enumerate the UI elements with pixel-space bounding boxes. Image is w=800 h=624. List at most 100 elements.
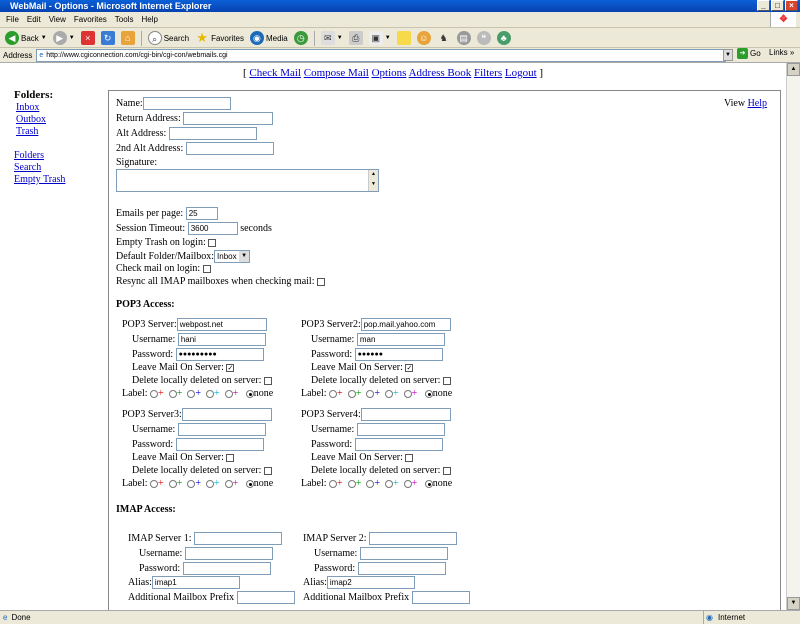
label-radio-cyan[interactable] xyxy=(384,389,393,398)
label-radio-green[interactable] xyxy=(347,389,356,398)
empty-trash-checkbox[interactable] xyxy=(208,238,217,247)
mail-button[interactable]: ✉ ▼ xyxy=(319,30,345,47)
label-radio-cyan[interactable] xyxy=(205,389,214,398)
imap-password-field[interactable] xyxy=(357,562,446,575)
label-radio-green[interactable] xyxy=(168,479,177,488)
name-field[interactable] xyxy=(142,97,231,110)
mail-dropdown-icon[interactable]: ▼ xyxy=(337,35,343,41)
minimize-button[interactable]: _ xyxy=(757,0,770,11)
refresh-button[interactable]: ↻ xyxy=(99,30,117,47)
go-button[interactable]: ➔ Go xyxy=(737,48,761,59)
forward-dropdown-icon[interactable]: ▼ xyxy=(69,35,75,41)
menu-tools[interactable]: Tools xyxy=(111,15,138,24)
history-button[interactable]: ◷ xyxy=(292,30,310,47)
label-radio-red[interactable] xyxy=(150,389,159,398)
research-button[interactable]: ♞ xyxy=(435,30,453,47)
messenger-button[interactable]: ☺ xyxy=(415,30,433,47)
edit-button[interactable]: ▣ ▼ xyxy=(367,30,393,47)
print-button[interactable]: ⎙ xyxy=(347,30,365,47)
scroll-down-icon[interactable]: ▼ xyxy=(787,597,800,610)
pop3-leave-checkbox[interactable] xyxy=(226,453,235,462)
label-radio-green[interactable] xyxy=(168,389,177,398)
label-radio-red[interactable] xyxy=(329,479,338,488)
nav-check-mail[interactable]: Check Mail xyxy=(249,67,301,79)
pop3-password-field[interactable] xyxy=(354,438,443,451)
scroll-down-icon[interactable]: ▼ xyxy=(369,180,378,190)
imap-alias-field[interactable]: imap2 xyxy=(326,576,415,589)
imap-username-field[interactable] xyxy=(184,547,273,560)
imap-server-field[interactable] xyxy=(194,532,283,545)
stop-button[interactable]: × xyxy=(79,30,97,47)
discuss-button[interactable]: ▤ xyxy=(455,30,473,47)
imap-prefix-field[interactable] xyxy=(236,591,295,604)
pop3-server-field[interactable] xyxy=(360,408,451,421)
edit-dropdown-icon[interactable]: ▼ xyxy=(385,35,391,41)
media-button[interactable]: ◉ Media xyxy=(248,30,290,47)
menu-help[interactable]: Help xyxy=(137,15,161,24)
menu-view[interactable]: View xyxy=(45,15,70,24)
label-radio-cyan[interactable] xyxy=(205,479,214,488)
nav-options[interactable]: Options xyxy=(372,67,407,79)
label-radio-green[interactable] xyxy=(347,479,356,488)
sidebar-item-inbox[interactable]: Inbox xyxy=(16,102,94,114)
signature-textarea[interactable]: ▲ ▼ xyxy=(116,169,379,192)
pop3-leave-checkbox[interactable] xyxy=(405,453,414,462)
pop3-server-field[interactable]: webpost.net xyxy=(176,318,267,331)
scroll-up-icon[interactable]: ▲ xyxy=(787,63,800,76)
links-button[interactable]: Links » xyxy=(769,48,794,57)
sidebar-item-empty-trash[interactable]: Empty Trash xyxy=(14,174,94,186)
label-radio-magenta[interactable] xyxy=(224,389,233,398)
back-dropdown-icon[interactable]: ▼ xyxy=(41,35,47,41)
pop3-leave-checkbox[interactable]: ✓ xyxy=(405,363,414,372)
pop3-username-field[interactable] xyxy=(356,423,445,436)
return-address-field[interactable] xyxy=(183,112,274,125)
label-radio-cyan[interactable] xyxy=(384,479,393,488)
label-radio-none[interactable] xyxy=(245,389,254,398)
label-radio-magenta[interactable] xyxy=(224,479,233,488)
forward-button[interactable]: ▶ ▼ xyxy=(51,30,77,47)
chat-button[interactable]: ❝ xyxy=(475,30,493,47)
nav-address-book[interactable]: Address Book xyxy=(409,67,472,79)
imap-password-field[interactable] xyxy=(182,562,271,575)
help-link[interactable]: Help xyxy=(748,98,767,109)
label-radio-none[interactable] xyxy=(424,479,433,488)
alt2-address-field[interactable] xyxy=(185,142,274,155)
pop3-delete-checkbox[interactable] xyxy=(263,466,272,475)
search-button[interactable]: ⌕ Search xyxy=(146,30,191,47)
pop3-delete-checkbox[interactable] xyxy=(442,376,451,385)
pop3-delete-checkbox[interactable] xyxy=(263,376,272,385)
nav-filters[interactable]: Filters xyxy=(474,67,502,79)
imap-server-field[interactable] xyxy=(369,532,458,545)
signature-scrollbar[interactable]: ▲ ▼ xyxy=(368,170,378,191)
session-timeout-field[interactable]: 3600 xyxy=(187,222,238,235)
scroll-up-icon[interactable]: ▲ xyxy=(369,170,378,180)
pop3-password-field[interactable]: ●●●●●●●●● xyxy=(175,348,264,361)
pop3-username-field[interactable]: hani xyxy=(177,333,266,346)
label-radio-magenta[interactable] xyxy=(403,479,412,488)
buddies-button[interactable]: ♣ xyxy=(495,30,513,47)
pop3-server-field[interactable]: pop.mail.yahoo.com xyxy=(360,318,451,331)
nav-logout[interactable]: Logout xyxy=(505,67,537,79)
pop3-delete-checkbox[interactable] xyxy=(442,466,451,475)
address-input[interactable]: e http://www.cgiconnection.com/cgi-bin/c… xyxy=(36,48,727,62)
notes-button[interactable] xyxy=(395,30,413,47)
default-folder-select[interactable]: Inbox ▼ xyxy=(214,250,251,263)
sidebar-item-folders[interactable]: Folders xyxy=(14,150,94,162)
sidebar-item-search[interactable]: Search xyxy=(14,162,94,174)
emails-per-page-field[interactable]: 25 xyxy=(185,207,218,220)
label-radio-red[interactable] xyxy=(329,389,338,398)
address-dropdown-icon[interactable]: ▼ xyxy=(723,49,733,61)
pop3-username-field[interactable] xyxy=(177,423,266,436)
pop3-username-field[interactable]: man xyxy=(356,333,445,346)
alt-address-field[interactable] xyxy=(168,127,257,140)
maximize-button[interactable]: □ xyxy=(771,0,784,11)
imap-username-field[interactable] xyxy=(359,547,448,560)
close-button[interactable]: × xyxy=(785,0,798,11)
menu-edit[interactable]: Edit xyxy=(23,15,45,24)
label-radio-none[interactable] xyxy=(424,389,433,398)
back-button[interactable]: ◀ Back ▼ xyxy=(3,30,49,47)
label-radio-none[interactable] xyxy=(245,479,254,488)
home-button[interactable]: ⌂ xyxy=(119,30,137,47)
label-radio-red[interactable] xyxy=(150,479,159,488)
label-radio-magenta[interactable] xyxy=(403,389,412,398)
